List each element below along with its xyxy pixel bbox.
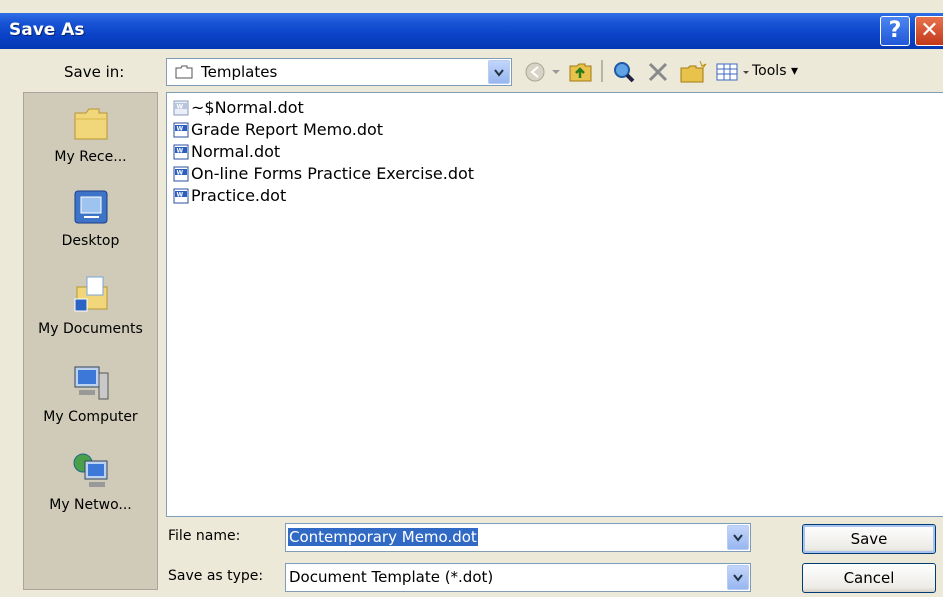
word-template-icon: W (173, 98, 191, 117)
save-as-type-value: Document Template (*.dot) (289, 568, 494, 586)
word-template-icon: W (173, 164, 191, 183)
file-name: On-line Forms Practice Exercise.dot (191, 164, 475, 183)
folder-icon (175, 65, 193, 83)
list-item[interactable]: W Grade Report Memo.dot (173, 119, 383, 141)
delete-icon[interactable] (647, 60, 669, 84)
list-item[interactable]: W Normal.dot (173, 141, 280, 163)
place-label: My Computer (43, 409, 138, 425)
save-in-value: Templates (201, 63, 278, 81)
file-name-value: Contemporary Memo.dot (288, 528, 478, 546)
list-item[interactable]: W On-line Forms Practice Exercise.dot (173, 163, 474, 185)
back-icon[interactable] (524, 60, 564, 84)
chevron-down-icon[interactable] (727, 525, 749, 550)
close-button[interactable]: ✕ (915, 16, 943, 46)
places-bar: My Rece... Desktop My Documents My Compu… (23, 92, 158, 590)
search-web-icon[interactable] (611, 60, 637, 84)
views-icon[interactable] (715, 60, 751, 84)
help-button[interactable]: ? (880, 16, 910, 46)
recent-folder-icon (24, 103, 157, 143)
place-my-documents[interactable]: My Documents (24, 275, 157, 337)
up-folder-icon[interactable] (568, 60, 594, 84)
place-label: Desktop (61, 233, 120, 249)
svg-text:W: W (177, 192, 184, 199)
place-label: My Documents (38, 321, 143, 337)
chevron-down-icon[interactable] (488, 60, 510, 84)
file-name: Normal.dot (191, 142, 281, 161)
svg-text:W: W (177, 148, 184, 155)
save-as-type-label: Save as type: (168, 568, 264, 584)
file-list[interactable]: W ~$Normal.dot W Grade Report Memo.dot W No… (166, 92, 943, 517)
file-name-field[interactable]: Contemporary Memo.dot (285, 523, 751, 552)
word-template-icon: W (173, 120, 191, 139)
file-name: ~$Normal.dot (191, 98, 304, 117)
word-template-icon: W (173, 142, 191, 161)
title-bar[interactable]: Save As ? ✕ (0, 13, 943, 49)
list-item[interactable]: W Practice.dot (173, 185, 286, 207)
list-item[interactable]: W ~$Normal.dot (173, 97, 304, 119)
chevron-down-icon[interactable] (727, 565, 749, 590)
place-label: My Rece... (54, 149, 127, 165)
file-name: Practice.dot (191, 186, 287, 205)
place-label: My Netwo... (49, 497, 132, 513)
place-my-computer[interactable]: My Computer (24, 363, 157, 425)
place-recent[interactable]: My Rece... (24, 103, 157, 165)
save-in-label: Save in: (64, 63, 125, 81)
tools-menu[interactable]: Tools ▾ (752, 63, 798, 79)
save-as-dialog: Save As ? ✕ Save in: Templates Tools ▾ M… (0, 0, 943, 597)
svg-text:W: W (177, 170, 184, 177)
svg-text:W: W (177, 126, 184, 133)
window-title: Save As (9, 20, 85, 40)
my-documents-icon (24, 275, 157, 315)
place-my-network[interactable]: My Netwo... (24, 451, 157, 513)
my-computer-icon (24, 363, 157, 403)
save-as-type-dropdown[interactable]: Document Template (*.dot) (285, 563, 751, 592)
toolbar-separator (601, 60, 603, 82)
desktop-icon (24, 187, 157, 227)
file-name-label: File name: (168, 528, 241, 544)
cancel-button[interactable]: Cancel (802, 563, 936, 593)
save-in-dropdown[interactable]: Templates (166, 58, 512, 86)
new-folder-icon[interactable] (679, 60, 707, 84)
svg-text:W: W (177, 104, 184, 111)
network-icon (24, 451, 157, 491)
save-button[interactable]: Save (802, 524, 936, 554)
place-desktop[interactable]: Desktop (24, 187, 157, 249)
file-name: Grade Report Memo.dot (191, 120, 384, 139)
word-template-icon: W (173, 186, 191, 205)
